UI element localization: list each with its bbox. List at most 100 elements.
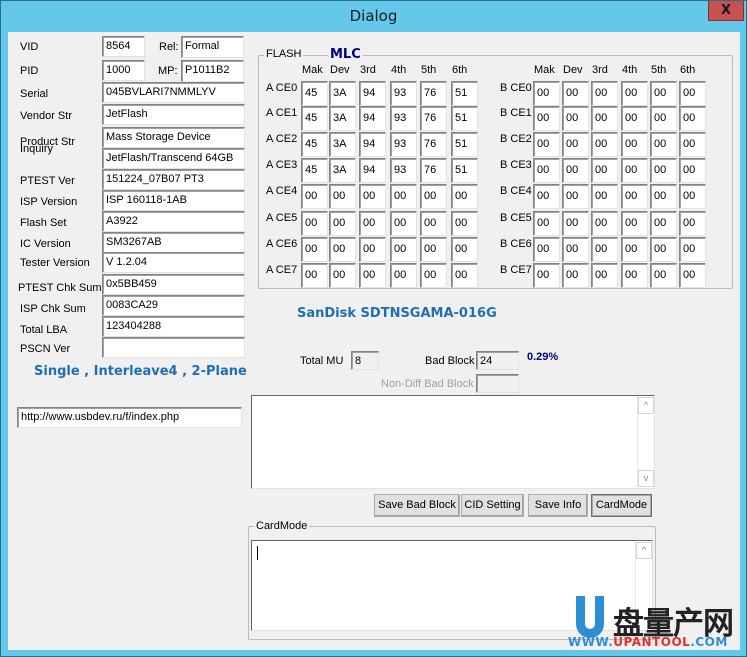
flash-id-cell[interactable]: 00 [533,263,560,288]
flash-id-cell[interactable]: 76 [420,106,447,131]
save-info-button[interactable]: Save Info [528,494,588,517]
flash-id-cell[interactable]: 00 [679,158,706,183]
device-info-field[interactable]: 0x5BB459 [102,274,245,295]
flash-id-cell[interactable]: 00 [359,263,386,288]
flash-id-cell[interactable]: 00 [650,158,677,183]
flash-id-cell[interactable]: 00 [621,158,648,183]
flash-id-cell[interactable]: 00 [451,263,478,288]
device-info-field[interactable]: Mass Storage Device [102,127,245,148]
flash-id-cell[interactable]: 00 [420,263,447,288]
flash-id-cell[interactable]: 00 [562,237,589,262]
device-info-field[interactable]: JetFlash [102,104,245,125]
device-info-field[interactable] [102,337,245,358]
flash-id-cell[interactable]: 00 [301,211,328,236]
flash-id-cell[interactable]: 93 [390,158,417,183]
flash-id-cell[interactable]: 00 [390,211,417,236]
flash-id-cell[interactable]: 00 [533,211,560,236]
flash-id-cell[interactable]: 00 [650,106,677,131]
flash-id-cell[interactable]: 76 [420,81,447,106]
flash-id-cell[interactable]: 3A [329,106,356,131]
non-diff-bad-block-field[interactable] [476,374,519,393]
device-info-field[interactable]: 151224_07B07 PT3 [102,169,245,190]
flash-id-cell[interactable]: 00 [679,263,706,288]
flash-id-cell[interactable]: 93 [390,132,417,157]
flash-id-cell[interactable]: 94 [359,132,386,157]
flash-id-cell[interactable]: 00 [329,237,356,262]
device-info-field[interactable]: 123404288 [102,316,245,337]
flash-id-cell[interactable]: 00 [533,158,560,183]
device-info-field[interactable]: 1000 [102,60,145,81]
flash-id-cell[interactable]: 00 [591,211,618,236]
flash-id-cell[interactable]: 00 [390,237,417,262]
flash-id-cell[interactable]: 00 [533,237,560,262]
flash-id-cell[interactable]: 00 [301,184,328,209]
flash-id-cell[interactable]: 94 [359,106,386,131]
flash-id-cell[interactable]: 00 [562,158,589,183]
mp-field[interactable]: P1011B2 [181,60,244,82]
url-field[interactable]: http://www.usbdev.ru/f/index.php [17,407,242,428]
device-info-field[interactable]: SM3267AB [102,232,245,253]
flash-id-cell[interactable]: 00 [679,81,706,106]
flash-id-cell[interactable]: 00 [621,237,648,262]
device-info-field[interactable]: ISP 160118-1AB [102,190,245,211]
flash-id-cell[interactable]: 94 [359,81,386,106]
flash-id-cell[interactable]: 00 [329,184,356,209]
flash-id-cell[interactable]: 00 [562,132,589,157]
flash-id-cell[interactable]: 00 [533,132,560,157]
flash-id-cell[interactable]: 00 [562,263,589,288]
flash-id-cell[interactable]: 00 [621,211,648,236]
flash-id-cell[interactable]: 3A [329,81,356,106]
flash-id-cell[interactable]: 00 [420,237,447,262]
flash-id-cell[interactable]: 00 [591,158,618,183]
flash-id-cell[interactable]: 00 [329,263,356,288]
device-info-field[interactable]: 0083CA29 [102,295,245,316]
flash-id-cell[interactable]: 00 [679,132,706,157]
flash-id-cell[interactable]: 00 [451,211,478,236]
flash-id-cell[interactable]: 00 [301,263,328,288]
flash-id-cell[interactable]: 00 [650,132,677,157]
flash-id-cell[interactable]: 00 [679,106,706,131]
log-textarea[interactable]: ^ v [251,395,655,489]
flash-id-cell[interactable]: 00 [359,237,386,262]
save-bad-block-button[interactable]: Save Bad Block [374,494,460,517]
flash-id-cell[interactable]: 94 [359,158,386,183]
cid-setting-button[interactable]: CID Setting [461,494,524,517]
flash-id-cell[interactable]: 00 [621,132,648,157]
flash-id-cell[interactable]: 00 [533,106,560,131]
flash-id-cell[interactable]: 76 [420,132,447,157]
flash-id-cell[interactable]: 00 [621,184,648,209]
flash-id-cell[interactable]: 00 [533,184,560,209]
flash-id-cell[interactable]: 00 [420,211,447,236]
flash-id-cell[interactable]: 00 [390,263,417,288]
flash-id-cell[interactable]: 00 [359,211,386,236]
close-button[interactable]: X [708,1,744,21]
flash-id-cell[interactable]: 00 [329,211,356,236]
bad-block-field[interactable]: 24 [476,351,519,370]
flash-id-cell[interactable]: 00 [359,184,386,209]
scroll-up-icon[interactable]: ^ [636,542,652,559]
device-info-field[interactable]: V 1.2.04 [102,252,245,273]
flash-id-cell[interactable]: 51 [451,132,478,157]
flash-id-cell[interactable]: 00 [420,184,447,209]
flash-id-cell[interactable]: 51 [451,106,478,131]
flash-id-cell[interactable]: 00 [650,263,677,288]
flash-id-cell[interactable]: 00 [591,132,618,157]
flash-id-cell[interactable]: 00 [650,211,677,236]
flash-id-cell[interactable]: 76 [420,158,447,183]
flash-id-cell[interactable]: 00 [591,263,618,288]
flash-id-cell[interactable]: 45 [301,106,328,131]
device-info-field[interactable]: A3922 [102,211,245,232]
flash-id-cell[interactable]: 00 [562,211,589,236]
card-mode-button[interactable]: CardMode [591,494,652,517]
device-info-field[interactable]: 8564 [102,36,145,57]
flash-id-cell[interactable]: 51 [451,158,478,183]
log-scrollbar[interactable]: ^ v [637,397,654,487]
flash-id-cell[interactable]: 00 [562,106,589,131]
flash-id-cell[interactable]: 00 [591,106,618,131]
flash-id-cell[interactable]: 00 [650,81,677,106]
flash-id-cell[interactable]: 00 [562,184,589,209]
flash-id-cell[interactable]: 45 [301,132,328,157]
flash-id-cell[interactable]: 00 [621,263,648,288]
flash-id-cell[interactable]: 00 [451,237,478,262]
flash-id-cell[interactable]: 00 [591,237,618,262]
